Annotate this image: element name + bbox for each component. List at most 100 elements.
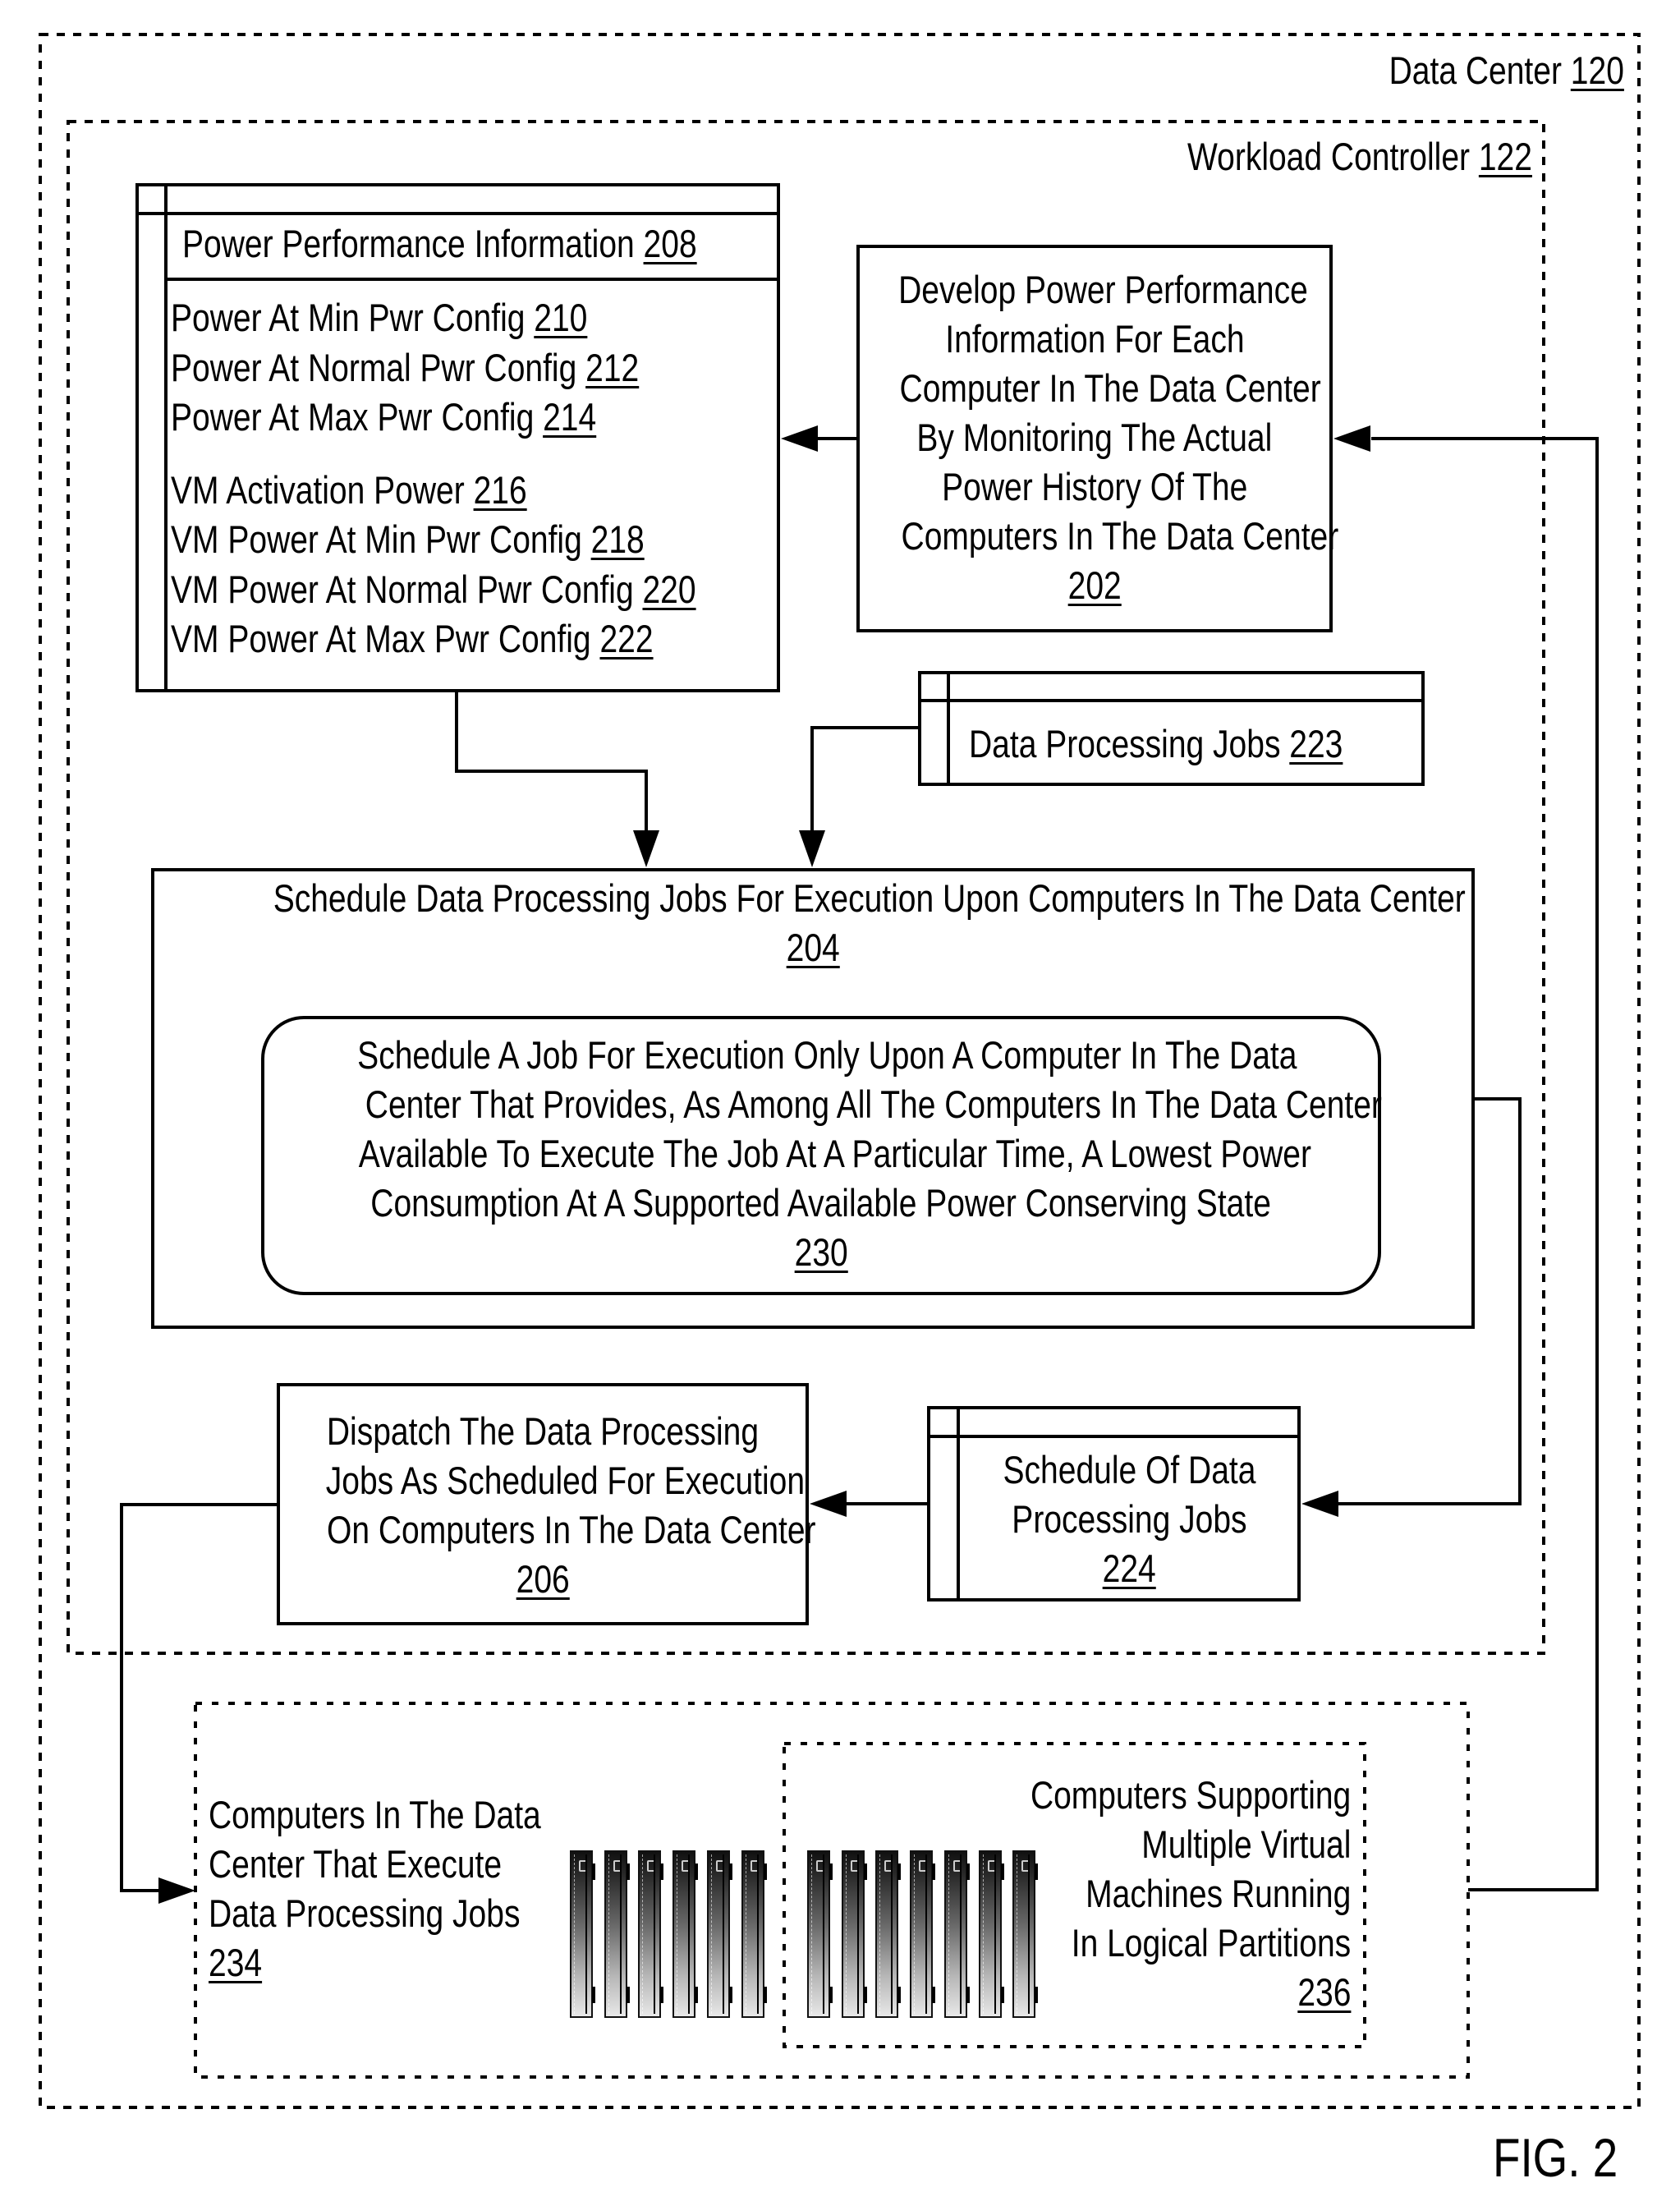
ref-234: 234 xyxy=(209,1941,263,1984)
develop-line-0: Develop Power Performance xyxy=(898,268,1308,311)
ppi-title: Power Performance Information 208 xyxy=(182,219,802,269)
workload-controller-title: Workload Controller xyxy=(1187,135,1479,178)
dpj-label-text: Data Processing Jobs xyxy=(969,722,1290,765)
server-rack-icon xyxy=(807,1850,833,2018)
develop-line-5: Computers In The Data Center xyxy=(901,514,1339,558)
server-rail xyxy=(879,1854,893,2014)
ref-206-row: 206 xyxy=(277,1555,809,1604)
arrow-224-to-206 xyxy=(810,1491,927,1517)
dispatch-line-1-row: Jobs As Scheduled For Execution xyxy=(277,1456,809,1505)
server-rack-icon xyxy=(1012,1850,1039,2018)
ref-204: 204 xyxy=(786,926,840,969)
server-rail xyxy=(982,1854,996,2014)
server-rail xyxy=(677,1854,691,2014)
ref-208: 208 xyxy=(643,222,697,265)
store-header-line xyxy=(135,212,780,215)
ppi-field-220-ref: 220 xyxy=(642,568,696,611)
server-rack-icon xyxy=(706,1850,732,2018)
schedule-store-line-1-row: Processing Jobs xyxy=(957,1495,1301,1544)
server-rack-icon xyxy=(570,1850,595,2018)
ref-120: 120 xyxy=(1570,48,1624,92)
schedule-step-title: Schedule Data Processing Jobs For Execut… xyxy=(151,874,1475,923)
ref-224-row: 224 xyxy=(957,1544,1301,1593)
ref-122: 122 xyxy=(1478,135,1532,178)
store-margin-line xyxy=(164,183,168,692)
vm-line-2: Machines Running xyxy=(1085,1872,1351,1915)
vm-line-0: Computers Supporting xyxy=(1030,1773,1351,1817)
ref-230-row: 230 xyxy=(261,1228,1381,1277)
server-rack-icon xyxy=(638,1850,664,2018)
schedule-store-line-0: Schedule Of Data xyxy=(1003,1448,1255,1491)
ref-224: 224 xyxy=(1102,1546,1156,1590)
ppi-field-210-ref: 210 xyxy=(534,296,588,339)
workload-controller-label: Workload Controller 122 xyxy=(1117,132,1532,182)
data-center-title: Data Center xyxy=(1389,48,1571,92)
vm-line-3: In Logical Partitions xyxy=(1071,1921,1351,1965)
substep-line-1-row: Center That Provides, As Among All The C… xyxy=(261,1080,1382,1129)
substep-line-2-row: Available To Execute The Job At A Partic… xyxy=(261,1129,1381,1179)
substep-line-1: Center That Provides, As Among All The C… xyxy=(365,1082,1382,1126)
dpj-label: Data Processing Jobs 223 xyxy=(969,719,1420,769)
substep-line-3: Consumption At A Supported Available Pow… xyxy=(370,1181,1272,1225)
arrow-208-to-204 xyxy=(455,692,659,867)
vm-line-3-row: In Logical Partitions xyxy=(1014,1919,1351,1968)
server-rack-icon xyxy=(741,1850,767,2018)
substep-line-3-row: Consumption At A Supported Available Pow… xyxy=(261,1179,1381,1228)
server-rack-icon xyxy=(875,1850,902,2018)
ppi-title-text: Power Performance Information xyxy=(182,222,644,265)
server-rack-icon xyxy=(910,1850,936,2018)
server-rack-icon xyxy=(672,1850,699,2018)
schedule-store-header-line xyxy=(927,1435,1301,1438)
ppi-field-222: VM Power At Max Pwr Config 222 xyxy=(171,614,752,664)
ref-202-row: 202 xyxy=(856,561,1333,610)
develop-line-0-row: Develop Power Performance xyxy=(856,265,1333,315)
server-rail xyxy=(1017,1854,1030,2014)
vm-line-0-row: Computers Supporting xyxy=(965,1771,1351,1820)
ref-236-row: 236 xyxy=(1287,1968,1351,2017)
vm-line-2-row: Machines Running xyxy=(1031,1869,1351,1919)
ppi-field-218-ref: 218 xyxy=(590,517,645,561)
ppi-field-218: VM Power At Min Pwr Config 218 xyxy=(171,515,741,564)
server-rail xyxy=(574,1854,587,2014)
server-rail xyxy=(811,1854,824,2014)
dispatch-line-1: Jobs As Scheduled For Execution xyxy=(325,1459,806,1502)
ppi-field-214-label: Power At Max Pwr Config xyxy=(171,395,544,439)
ppi-field-210: Power At Min Pwr Config 210 xyxy=(171,293,672,342)
ppi-field-216-ref: 216 xyxy=(473,468,527,512)
substep-line-2: Available To Execute The Job At A Partic… xyxy=(358,1132,1311,1175)
computers-line-0: Computers In The Data xyxy=(209,1793,541,1836)
schedule-store-line-0-row: Schedule Of Data xyxy=(957,1445,1301,1495)
dispatch-line-0: Dispatch The Data Processing xyxy=(326,1409,760,1453)
server-rail xyxy=(948,1854,962,2014)
dpj-header-line xyxy=(918,699,1425,702)
ref-234-row: 234 xyxy=(209,1938,273,1988)
server-rack-icon xyxy=(604,1850,630,2018)
server-rail xyxy=(914,1854,928,2014)
ppi-field-212-label: Power At Normal Pwr Config xyxy=(171,346,586,389)
figure-label: FIG. 2 xyxy=(1493,2129,1643,2186)
ppi-field-216: VM Activation Power 216 xyxy=(171,466,600,515)
computers-line-2-row: Data Processing Jobs xyxy=(209,1889,584,1938)
computers-line-1: Center That Execute xyxy=(209,1842,503,1886)
develop-line-4-row: Power History Of The xyxy=(856,462,1333,512)
dpj-margin-line xyxy=(947,671,950,786)
ref-230: 230 xyxy=(794,1230,848,1274)
develop-line-5-row: Computers In The Data Center xyxy=(856,512,1339,561)
ppi-field-218-label: VM Power At Min Pwr Config xyxy=(171,517,591,561)
develop-line-3-row: By Monitoring The Actual xyxy=(856,413,1333,462)
data-center-label: Data Center 120 xyxy=(1341,46,1624,95)
develop-line-3: By Monitoring The Actual xyxy=(916,416,1273,459)
develop-line-1: Information For Each xyxy=(944,317,1245,361)
schedule-store-line-1: Processing Jobs xyxy=(1011,1497,1247,1541)
ref-223: 223 xyxy=(1289,722,1343,765)
computers-line-2: Data Processing Jobs xyxy=(209,1891,521,1935)
server-rack-icon xyxy=(841,1850,867,2018)
ppi-field-212-ref: 212 xyxy=(585,346,640,389)
ppi-field-220-label: VM Power At Normal Pwr Config xyxy=(171,568,643,611)
server-rail xyxy=(745,1854,759,2014)
ppi-field-220: VM Power At Normal Pwr Config 220 xyxy=(171,565,804,614)
ppi-field-214-ref: 214 xyxy=(543,395,597,439)
develop-line-4: Power History Of The xyxy=(941,465,1248,508)
ref-236: 236 xyxy=(1297,1970,1351,2014)
develop-line-1-row: Information For Each xyxy=(856,315,1333,364)
